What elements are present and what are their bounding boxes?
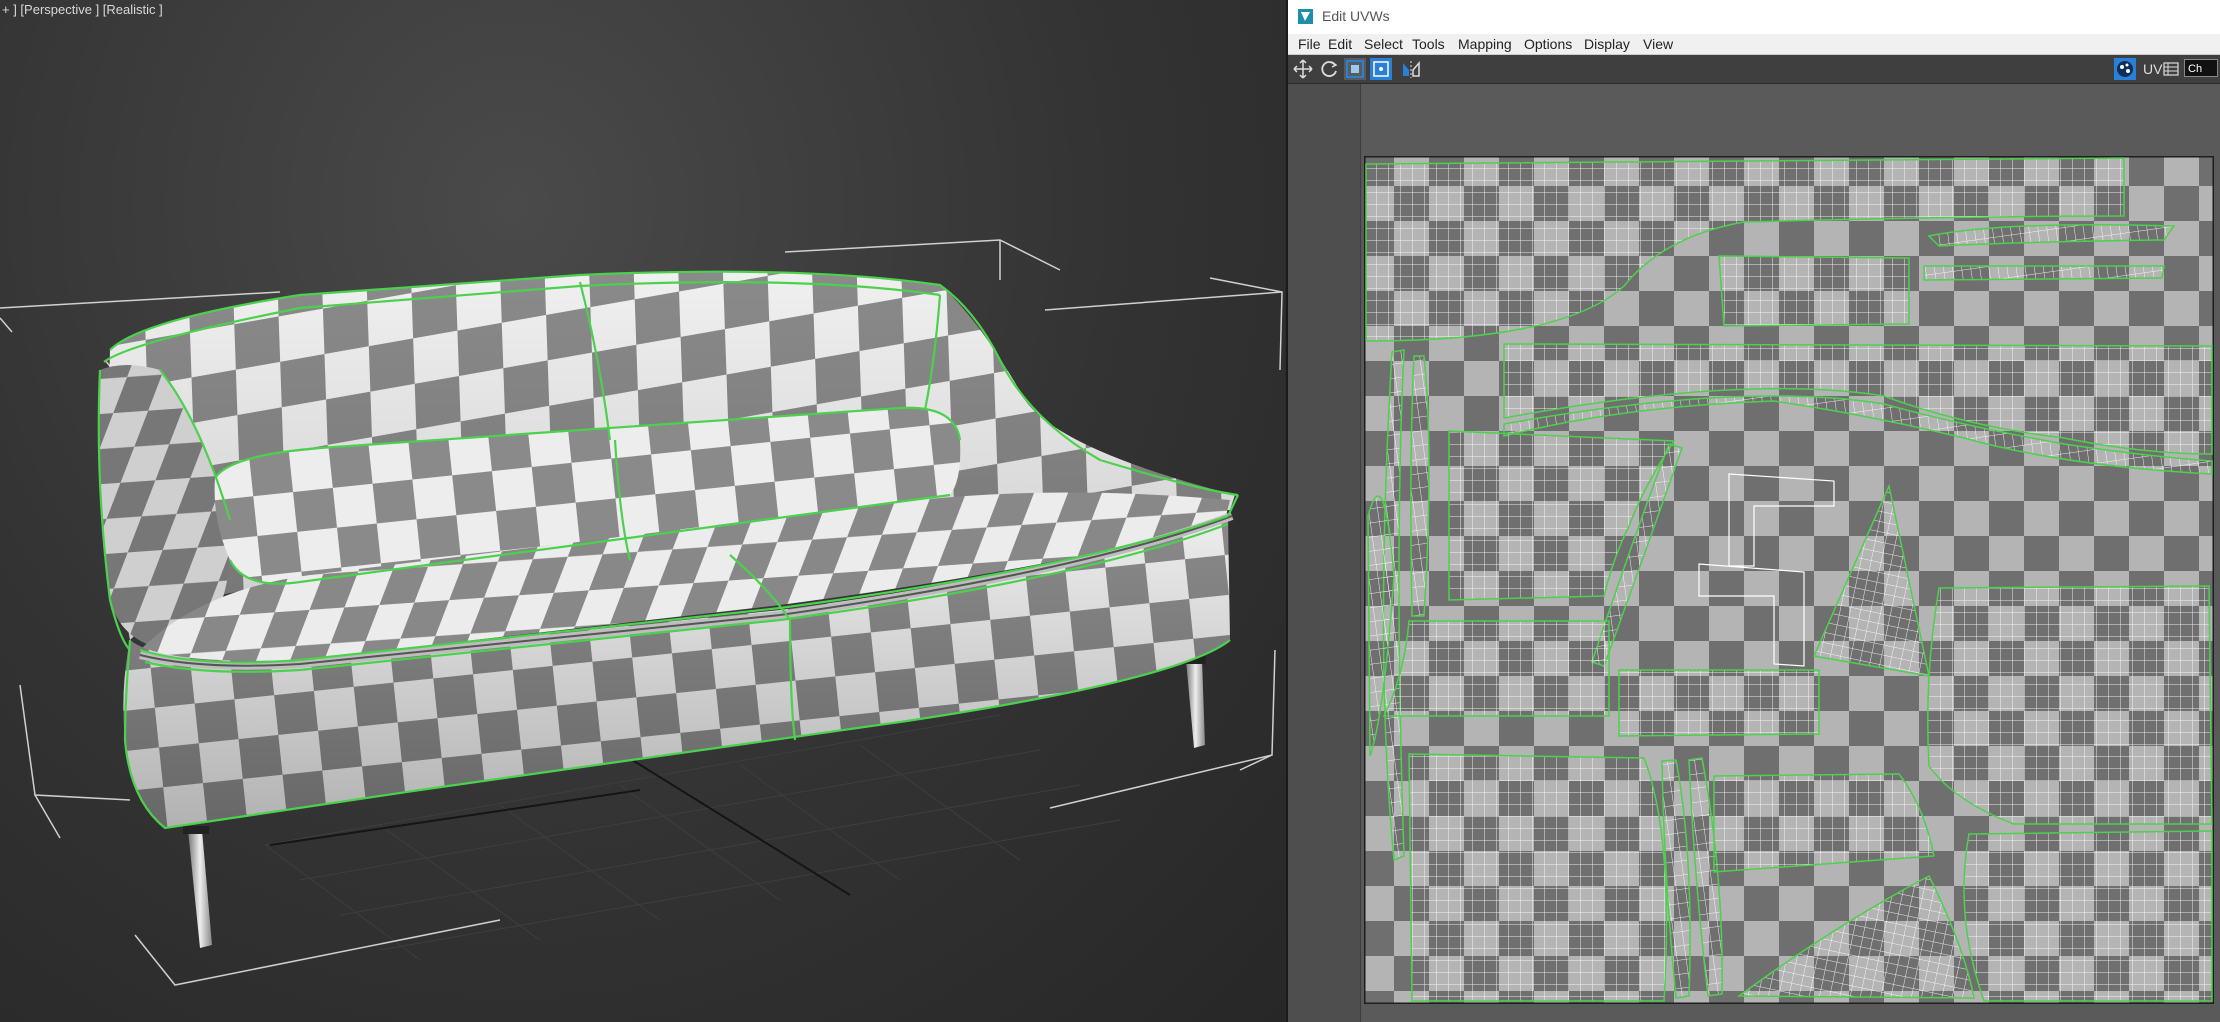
scale-icon[interactable] (1344, 58, 1366, 80)
menu-select[interactable]: Select (1364, 36, 1403, 52)
rotate-icon[interactable] (1318, 58, 1340, 80)
uv-checker-grid[interactable] (1364, 156, 2214, 1004)
sofa-3d-render (0, 239, 1283, 986)
uv-titlebar[interactable]: Edit UVWs (1288, 0, 2220, 34)
freeform-icon[interactable] (1370, 58, 1392, 80)
menu-view[interactable]: View (1643, 36, 1673, 52)
uv-editor-canvas[interactable] (1288, 84, 2220, 1022)
uv-label: UV (2143, 61, 2163, 77)
menu-file[interactable]: File (1298, 36, 1321, 52)
menu-options[interactable]: Options (1524, 36, 1572, 52)
menu-mapping[interactable]: Mapping (1458, 36, 1512, 52)
map-channel-dropdown[interactable]: Ch (2184, 59, 2218, 77)
uv-menubar: File Edit Select Tools Mapping Options D… (1288, 34, 2220, 55)
3dsmax-app-icon (1298, 9, 1313, 24)
perspective-viewport[interactable]: + ] [Perspective ] [Realistic ] (0, 0, 1285, 1022)
edit-uvws-window[interactable]: Edit UVWs File Edit Select Tools Mapping… (1286, 0, 2220, 1022)
uv-toolbar: UV Ch (1288, 55, 2220, 84)
checker-map-icon[interactable] (2114, 58, 2136, 80)
list-icon[interactable] (2162, 58, 2180, 80)
menu-display[interactable]: Display (1584, 36, 1630, 52)
move-icon[interactable] (1292, 58, 1314, 80)
menu-edit[interactable]: Edit (1328, 36, 1352, 52)
window-title: Edit UVWs (1322, 8, 1390, 24)
mirror-icon[interactable] (1400, 58, 1422, 80)
uv-editor-side-strip (1288, 84, 1361, 1022)
menu-tools[interactable]: Tools (1412, 36, 1445, 52)
